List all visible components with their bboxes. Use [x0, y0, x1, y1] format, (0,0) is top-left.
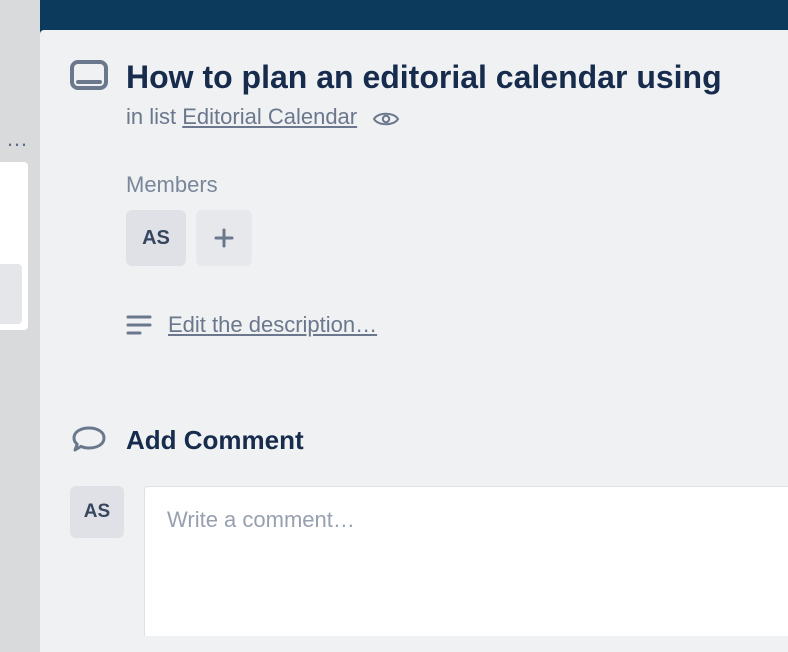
- members-label: Members: [126, 172, 788, 198]
- list-name-link[interactable]: Editorial Calendar: [182, 104, 357, 129]
- edit-description-link[interactable]: Edit the description…: [168, 312, 377, 338]
- card-list-location: in list Editorial Calendar: [126, 104, 788, 130]
- watch-icon[interactable]: [373, 110, 399, 128]
- current-user-avatar[interactable]: AS: [70, 486, 124, 538]
- background-chip-fragment: [0, 264, 22, 324]
- card-title[interactable]: How to plan an editorial calendar using: [126, 58, 788, 96]
- comment-icon: [70, 426, 108, 456]
- in-list-prefix: in list: [126, 104, 176, 129]
- plus-icon: [212, 226, 236, 250]
- background-board-strip: …: [0, 0, 40, 652]
- member-avatar[interactable]: AS: [126, 210, 186, 266]
- add-member-button[interactable]: [196, 210, 252, 266]
- card-icon: [70, 60, 108, 90]
- comment-input[interactable]: [167, 507, 766, 559]
- comment-box[interactable]: [144, 486, 788, 636]
- members-row: AS: [126, 210, 788, 266]
- add-comment-header: Add Comment: [126, 425, 304, 456]
- description-icon: [126, 314, 152, 336]
- ellipsis-text: …: [6, 128, 28, 150]
- card-modal: How to plan an editorial calendar using …: [40, 30, 788, 652]
